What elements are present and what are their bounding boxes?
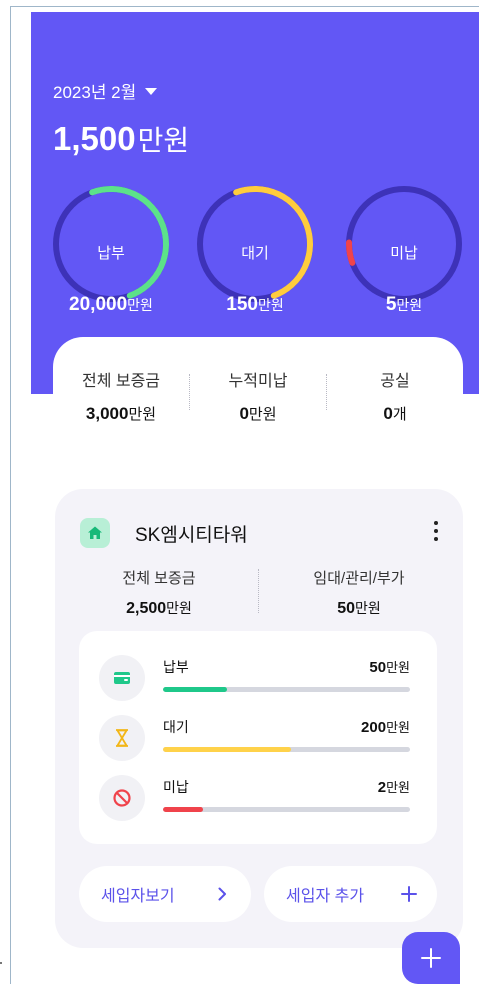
status-row-paid-value: 50 xyxy=(369,659,387,676)
stat-accumulated-unpaid-unit: 만원 xyxy=(248,406,277,423)
payment-status-panel: 납부 50만원 대기 200만원 미납 2만원 xyxy=(79,631,437,844)
total-amount-unit: 만원 xyxy=(137,125,190,156)
plus-icon xyxy=(421,948,441,968)
divider xyxy=(258,569,259,613)
building-deposit-value: 2,500만원 xyxy=(69,598,249,618)
gauge-unpaid: 미납 5만원 xyxy=(344,184,464,316)
status-row-unpaid: 미납 2만원 xyxy=(79,773,437,833)
status-row-pending-unit: 만원 xyxy=(386,720,410,735)
edge-dot xyxy=(0,962,2,964)
status-row-unpaid-amount: 2만원 xyxy=(378,777,410,796)
gauge-paid-amount: 20,000 xyxy=(69,294,128,315)
stat-accumulated-unpaid-value: 0만원 xyxy=(190,403,326,424)
stat-total-deposit-unit: 만원 xyxy=(128,406,157,423)
stats-summary-card: 전체 보증금 3,000만원 누적미납 0만원 공실 0개 xyxy=(53,337,463,434)
status-row-unpaid-bar xyxy=(163,807,410,812)
stat-vacancy-label: 공실 xyxy=(380,373,410,390)
stat-accumulated-unpaid-amount: 0 xyxy=(239,404,249,423)
status-row-paid: 납부 50만원 xyxy=(79,653,437,713)
stat-total-deposit-amount: 3,000 xyxy=(85,404,129,423)
gauge-unpaid-amount: 5 xyxy=(385,294,397,315)
status-row-pending-bar xyxy=(163,747,410,752)
building-name: SK엠시티타워 xyxy=(135,525,248,546)
stat-total-deposit: 전체 보증금 3,000만원 xyxy=(53,367,189,424)
status-row-unpaid-value: 2 xyxy=(377,779,387,796)
month-label: 2023년 2월 xyxy=(53,83,137,102)
building-card: SK엠시티타워 전체 보증금 2,500만원 임대/관리/부가 50만원 납부 … xyxy=(55,489,463,948)
gauge-paid: 납부 20,000만원 xyxy=(51,184,171,316)
status-row-paid-label: 납부 xyxy=(163,659,189,675)
building-fees-value: 50만원 xyxy=(269,598,449,618)
building-fees-unit: 만원 xyxy=(355,600,381,616)
stat-accumulated-unpaid-label: 누적미납 xyxy=(228,373,288,390)
building-deposit-amount: 2,500 xyxy=(126,600,167,617)
gauge-pending: 대기 150만원 xyxy=(195,184,315,316)
plus-icon xyxy=(401,886,417,902)
status-row-paid-bar xyxy=(163,687,410,692)
hourglass-icon xyxy=(99,715,145,761)
building-fees: 임대/관리/부가 50만원 xyxy=(269,567,449,618)
total-amount: 1,500 만원 xyxy=(53,119,189,159)
gauge-pending-value: 150만원 xyxy=(195,294,315,316)
chevron-right-icon xyxy=(218,887,226,901)
stat-total-deposit-value: 3,000만원 xyxy=(53,403,189,424)
stat-vacancy: 공실 0개 xyxy=(327,367,463,424)
wallet-icon xyxy=(99,655,145,701)
total-amount-value: 1,500 xyxy=(53,120,136,157)
stat-total-deposit-label: 전체 보증금 xyxy=(81,373,161,390)
gauge-pending-label: 대기 xyxy=(241,245,269,262)
status-row-pending-value: 200 xyxy=(361,719,387,736)
status-row-pending: 대기 200만원 xyxy=(79,713,437,773)
status-row-unpaid-label: 미납 xyxy=(163,779,189,795)
add-fab-button[interactable] xyxy=(402,932,460,984)
status-row-pending-fill xyxy=(163,747,292,752)
gauge-paid-label: 납부 xyxy=(97,245,125,262)
status-row-paid-fill xyxy=(163,687,228,692)
more-options-icon[interactable] xyxy=(429,519,443,543)
status-row-pending-label: 대기 xyxy=(163,719,189,735)
stat-vacancy-unit: 개 xyxy=(392,406,407,423)
add-tenant-button[interactable]: 세입자 추가 xyxy=(264,866,437,922)
gauge-unpaid-value: 5만원 xyxy=(344,294,464,316)
view-tenants-button[interactable]: 세입자보기 xyxy=(79,866,251,922)
home-icon xyxy=(80,518,110,548)
month-selector[interactable]: 2023년 2월 xyxy=(53,78,158,103)
stat-vacancy-value: 0개 xyxy=(327,403,463,424)
stat-vacancy-amount: 0 xyxy=(383,404,393,423)
gauge-pending-unit: 만원 xyxy=(257,297,284,313)
gauge-pending-amount: 150 xyxy=(226,294,258,315)
status-row-paid-amount: 50만원 xyxy=(369,657,410,676)
building-deposit-unit: 만원 xyxy=(166,600,192,616)
status-row-pending-amount: 200만원 xyxy=(361,717,410,736)
gauge-unpaid-label: 미납 xyxy=(390,245,418,262)
caret-down-icon xyxy=(145,88,158,95)
gauge-paid-unit: 만원 xyxy=(127,297,153,313)
status-row-unpaid-unit: 만원 xyxy=(386,780,410,795)
stat-accumulated-unpaid: 누적미납 0만원 xyxy=(190,367,326,424)
status-row-paid-unit: 만원 xyxy=(386,660,410,675)
building-fees-amount: 50 xyxy=(337,600,356,617)
view-tenants-label: 세입자보기 xyxy=(101,888,175,905)
add-tenant-label: 세입자 추가 xyxy=(286,888,365,905)
building-deposit-label: 전체 보증금 xyxy=(122,570,196,587)
building-deposit: 전체 보증금 2,500만원 xyxy=(69,567,249,618)
gauge-unpaid-unit: 만원 xyxy=(396,297,423,313)
building-fees-label: 임대/관리/부가 xyxy=(313,570,405,587)
gauge-paid-value: 20,000만원 xyxy=(51,294,171,316)
prohibited-icon xyxy=(99,775,145,821)
status-row-unpaid-fill xyxy=(163,807,203,812)
